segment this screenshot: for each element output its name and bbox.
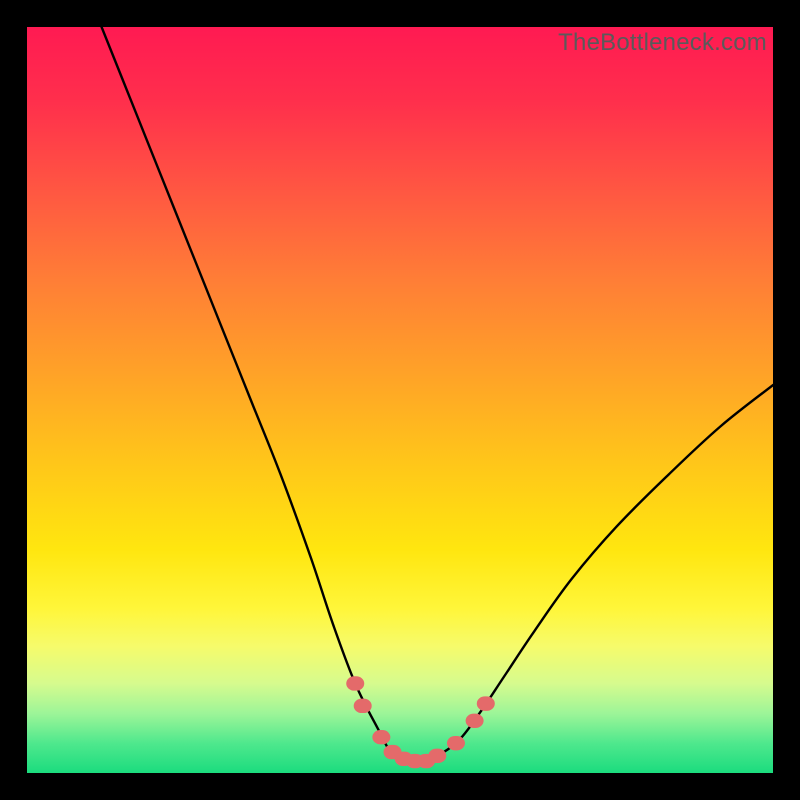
- highlight-dot: [428, 749, 446, 763]
- chart-frame: TheBottleneck.com: [0, 0, 800, 800]
- watermark-text: TheBottleneck.com: [558, 29, 767, 57]
- highlight-dot: [477, 696, 495, 710]
- highlight-dot: [466, 714, 484, 728]
- highlight-dot: [346, 676, 364, 690]
- highlight-dot: [447, 736, 465, 750]
- highlight-dot: [354, 699, 372, 713]
- highlight-markers: [27, 27, 773, 773]
- highlight-dot: [372, 730, 390, 744]
- plot-area: TheBottleneck.com: [27, 27, 773, 773]
